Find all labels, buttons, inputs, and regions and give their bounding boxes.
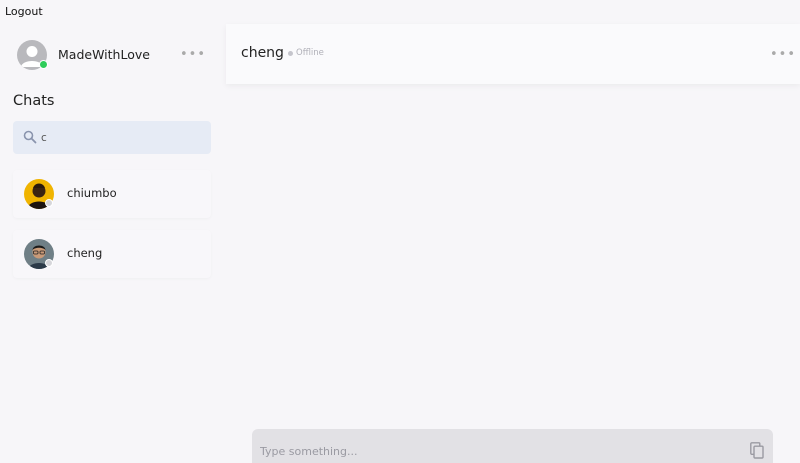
- offline-status-dot: [45, 199, 53, 207]
- search-box: [13, 121, 211, 154]
- chat-list-item[interactable]: cheng: [13, 230, 211, 278]
- logout-link[interactable]: Logout: [5, 5, 43, 18]
- conversation-title: cheng: [241, 45, 284, 61]
- search-input[interactable]: [41, 129, 201, 146]
- current-user-panel: MadeWithLove •••: [0, 24, 210, 84]
- sidebar: MadeWithLove ••• Chats chiumbo: [0, 24, 222, 463]
- chat-name: cheng: [67, 246, 103, 260]
- chat-list-item[interactable]: chiumbo: [13, 170, 211, 218]
- online-status-dot: [39, 60, 48, 69]
- chats-heading: Chats: [13, 93, 55, 109]
- offline-status-dot: [45, 259, 53, 267]
- conversation-status: Offline: [296, 48, 324, 58]
- conversation-header: cheng Offline •••: [226, 24, 800, 84]
- message-input[interactable]: [260, 443, 740, 459]
- copy-icon[interactable]: [750, 442, 764, 459]
- current-user-name: MadeWithLove: [58, 47, 150, 62]
- more-horizontal-icon[interactable]: •••: [180, 48, 206, 61]
- search-icon: [23, 130, 37, 144]
- status-dot: [288, 51, 293, 56]
- more-horizontal-icon[interactable]: •••: [770, 48, 796, 61]
- chat-name: chiumbo: [67, 186, 117, 200]
- message-composer: [252, 429, 773, 463]
